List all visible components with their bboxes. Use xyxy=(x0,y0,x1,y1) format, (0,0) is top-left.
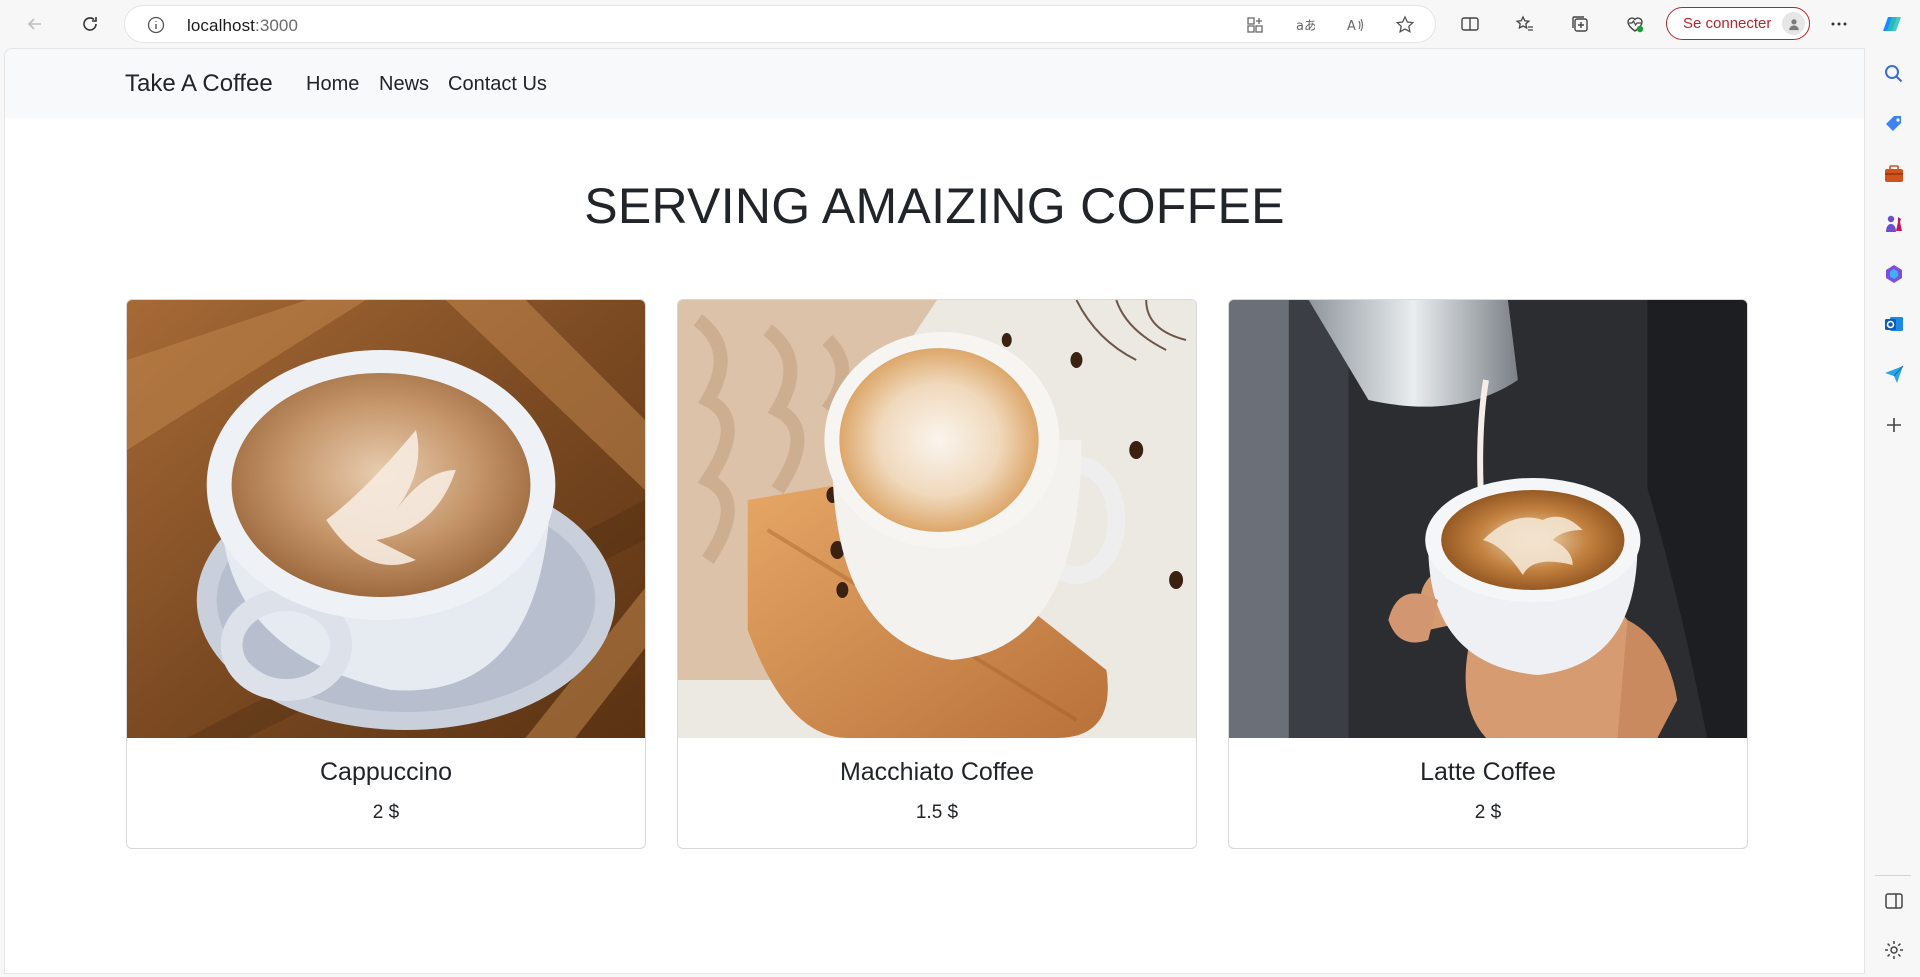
macchiato-photo xyxy=(678,300,1196,738)
nav-link-news[interactable]: News xyxy=(379,73,429,96)
send-drop-icon[interactable] xyxy=(1883,363,1905,385)
page-title: SERVING AMAIZING COFFEE xyxy=(584,178,1285,234)
sign-in-button[interactable]: Se connecter xyxy=(1666,7,1810,40)
browser-sidebar xyxy=(1866,48,1920,977)
product-price: 2 $ xyxy=(372,802,400,823)
profile-avatar-icon xyxy=(1782,12,1805,35)
nav-link-home[interactable]: Home xyxy=(306,73,359,96)
hide-sidebar-icon[interactable] xyxy=(1883,890,1905,912)
split-screen-icon xyxy=(1461,17,1479,31)
settings-more-button[interactable] xyxy=(1823,8,1855,40)
url-host: localhost xyxy=(187,16,255,35)
gear-icon[interactable] xyxy=(1883,939,1905,961)
split-screen-button[interactable] xyxy=(1454,8,1486,40)
product-name: Macchiato Coffee xyxy=(839,758,1035,786)
product-card-macchiato[interactable]: Macchiato Coffee 1.5 $ xyxy=(677,299,1197,849)
svg-text:aあ: aあ xyxy=(1296,19,1315,34)
favorites-button[interactable] xyxy=(1509,8,1541,40)
back-arrow-icon xyxy=(27,18,41,30)
refresh-button[interactable] xyxy=(74,8,106,40)
product-name: Latte Coffee xyxy=(1420,758,1556,786)
cappuccino-photo xyxy=(127,300,645,738)
svg-text:A: A xyxy=(1347,19,1356,34)
outlook-icon[interactable] xyxy=(1883,313,1905,335)
translate-icon[interactable]: aあ xyxy=(1295,15,1315,35)
product-name: Cappuccino xyxy=(319,758,453,786)
product-price: 2 $ xyxy=(1474,802,1502,823)
url-text[interactable]: localhost:3000 xyxy=(187,16,298,36)
shopping-tag-icon[interactable] xyxy=(1883,113,1905,135)
browser-essentials-button[interactable] xyxy=(1619,8,1651,40)
read-aloud-icon[interactable]: A xyxy=(1345,15,1365,35)
url-port: :3000 xyxy=(255,16,299,35)
tools-briefcase-icon[interactable] xyxy=(1883,163,1905,185)
add-plus-icon[interactable] xyxy=(1883,414,1905,436)
search-icon[interactable] xyxy=(1883,63,1905,85)
collections-button[interactable] xyxy=(1564,8,1596,40)
browser-toolbar: localhost:3000 aあ A Se connecter xyxy=(0,0,1920,48)
copilot-icon xyxy=(1883,17,1901,31)
sidebar-divider xyxy=(1875,875,1911,876)
nav-link-contact[interactable]: Contact Us xyxy=(448,73,547,96)
more-dots-icon xyxy=(1831,22,1847,26)
product-card-cappuccino[interactable]: Cappuccino 2 $ xyxy=(126,299,646,849)
back-button[interactable] xyxy=(19,8,51,40)
games-chess-icon[interactable] xyxy=(1883,213,1905,235)
address-bar[interactable]: localhost:3000 aあ A xyxy=(124,5,1436,43)
microsoft-365-icon[interactable] xyxy=(1883,263,1905,285)
app-available-icon[interactable] xyxy=(1245,15,1265,35)
heart-pulse-icon xyxy=(1627,17,1644,33)
favorites-list-icon xyxy=(1515,15,1533,31)
site-navbar: Take A Coffee Home News Contact Us xyxy=(5,49,1864,118)
product-card-latte[interactable]: Latte Coffee 2 $ xyxy=(1228,299,1748,849)
collections-icon xyxy=(1572,16,1588,32)
product-price: 1.5 $ xyxy=(915,802,959,823)
sign-in-label: Se connecter xyxy=(1683,15,1772,32)
refresh-icon xyxy=(83,17,97,31)
info-icon[interactable] xyxy=(147,16,165,34)
favorite-star-icon[interactable] xyxy=(1395,15,1415,35)
brand-logo-link[interactable]: Take A Coffee xyxy=(125,70,273,98)
latte-photo xyxy=(1229,300,1747,738)
copilot-button[interactable] xyxy=(1876,8,1908,40)
page-viewport: Take A Coffee Home News Contact Us SERVI… xyxy=(4,48,1865,974)
